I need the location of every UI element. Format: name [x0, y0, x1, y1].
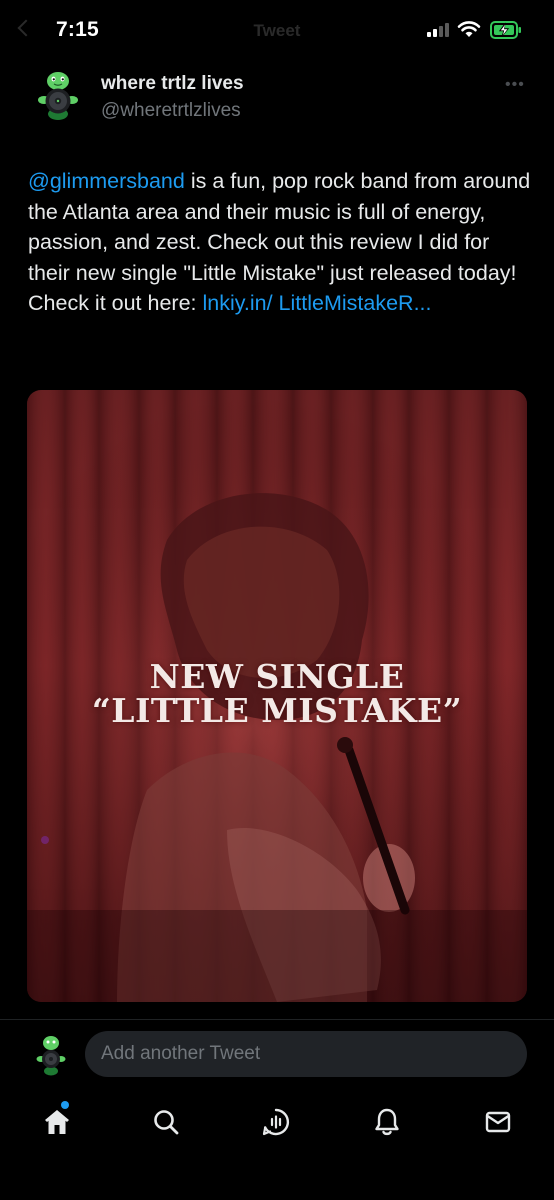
divider — [0, 1019, 554, 1020]
notifications-icon — [375, 1108, 399, 1136]
media-title: NEW SINGLE “LITTLE MISTAKE” — [27, 660, 527, 728]
battery-charging-icon — [490, 21, 521, 39]
media-title-line2: “LITTLE MISTAKE” — [91, 691, 463, 730]
messages-icon — [485, 1111, 511, 1133]
tab-messages[interactable] — [478, 1102, 518, 1142]
spaces-icon — [262, 1108, 290, 1136]
author-name[interactable]: where trtlz lives — [101, 73, 244, 95]
tweet-media[interactable]: NEW SINGLE “LITTLE MISTAKE” — [27, 390, 527, 1002]
author-handle[interactable]: @wheretrtlzlives — [101, 100, 241, 122]
tab-notifications[interactable] — [367, 1102, 407, 1142]
more-options-icon[interactable]: ••• — [505, 76, 525, 94]
external-link[interactable]: lnkiy.in/ LittleMistakeR... — [202, 291, 431, 315]
status-bar: Tweet 7:15 — [0, 0, 554, 62]
author-avatar[interactable] — [32, 70, 84, 122]
user-avatar[interactable] — [34, 1034, 68, 1076]
media-title-line1: NEW SINGLE — [149, 657, 405, 696]
notification-badge-dot — [61, 1101, 69, 1109]
reply-input[interactable] — [85, 1031, 527, 1077]
cellular-signal-icon — [427, 23, 449, 37]
mention-link[interactable]: @glimmersband — [28, 169, 185, 193]
tweet-text: @glimmersband is a fun, pop rock band fr… — [28, 166, 532, 319]
wifi-icon — [457, 21, 481, 37]
home-icon — [45, 1110, 69, 1134]
tab-spaces[interactable] — [256, 1102, 296, 1142]
status-time: 7:15 — [56, 18, 99, 41]
search-icon — [154, 1110, 179, 1135]
tab-search[interactable] — [146, 1102, 186, 1142]
bottom-tab-bar — [0, 1090, 554, 1156]
tab-home[interactable] — [37, 1102, 77, 1142]
